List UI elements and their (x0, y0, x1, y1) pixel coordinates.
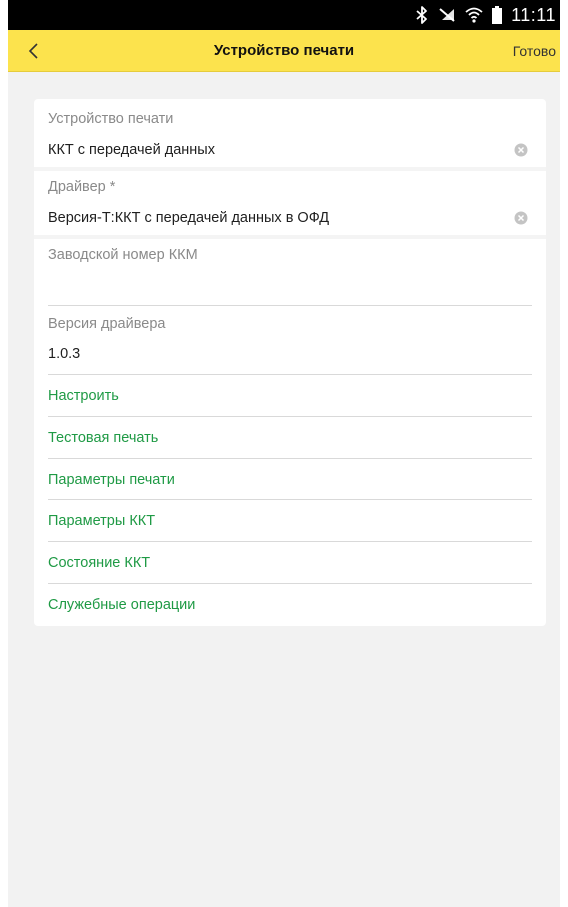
status-time: 11:11 (511, 4, 556, 25)
wifi-icon (465, 6, 483, 24)
driver-version-field: Версия драйвера 1.0.3 (48, 306, 532, 374)
test-print-link[interactable]: Тестовая печать (48, 430, 158, 446)
serial-number-input[interactable] (48, 277, 532, 299)
device-frame-right (560, 0, 568, 907)
driver-version-value: 1.0.3 (48, 346, 81, 362)
driver-version-label: Версия драйвера (48, 316, 166, 332)
mute-icon (438, 6, 456, 24)
page-title: Устройство печати (213, 42, 355, 59)
nav-bar: Устройство печати Готово (8, 30, 560, 72)
divider (48, 416, 532, 417)
done-button[interactable]: Готово (513, 30, 556, 72)
print-parameters-link[interactable]: Параметры печати (48, 472, 175, 488)
device-label: Устройство печати (48, 111, 174, 127)
serial-number-field[interactable]: Заводской номер ККМ (48, 239, 532, 305)
divider (48, 458, 532, 459)
driver-value[interactable]: Версия-Т:ККТ с передачей данных в ОФД (48, 210, 329, 226)
divider (48, 374, 532, 375)
kkt-status-link[interactable]: Состояние ККТ (48, 555, 150, 571)
driver-label: Драйвер * (48, 179, 116, 195)
serial-number-label: Заводской номер ККМ (48, 247, 198, 263)
divider (48, 541, 532, 542)
device-frame-left (0, 0, 8, 907)
chevron-left-icon (28, 43, 38, 59)
configure-link[interactable]: Настроить (48, 388, 119, 404)
device-value[interactable]: ККТ с передачей данных (48, 142, 215, 158)
driver-field[interactable]: Драйвер * Версия-Т:ККТ с передачей данны… (48, 171, 532, 237)
status-bar: 11:11 (8, 0, 560, 30)
divider (48, 583, 532, 584)
battery-icon (492, 6, 503, 24)
clear-driver-icon[interactable] (514, 211, 528, 225)
divider (48, 499, 532, 500)
back-button[interactable] (22, 39, 46, 63)
kkt-parameters-link[interactable]: Параметры ККТ (48, 513, 155, 529)
device-field[interactable]: Устройство печати ККТ с передачей данных (48, 99, 532, 169)
service-operations-link[interactable]: Служебные операции (48, 597, 195, 613)
bluetooth-icon (415, 6, 429, 24)
clear-device-icon[interactable] (514, 143, 528, 157)
settings-card: Устройство печати ККТ с передачей данных… (34, 99, 546, 626)
